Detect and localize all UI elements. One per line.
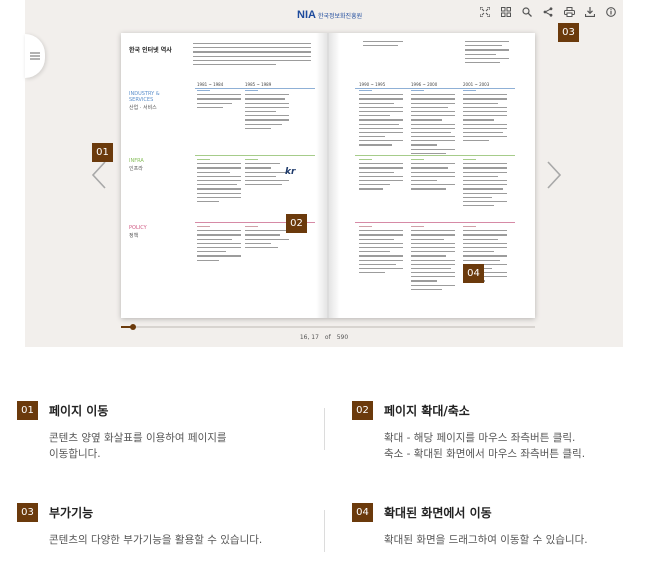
left-page-intro [193, 43, 311, 73]
band-infra-left [195, 155, 315, 156]
grid-icon[interactable] [500, 5, 512, 19]
hamburger-icon [30, 52, 40, 60]
right-top-notes-2 [465, 41, 509, 66]
year-range: 1990 ~ 1995 [359, 82, 386, 87]
legend-number: 01 [17, 401, 38, 420]
legend-number: 02 [352, 401, 373, 420]
right-top-notes-1 [363, 41, 407, 49]
section-industry-sub: 산업 · 서비스 [129, 105, 157, 111]
year-range: 2001 ~ 2003 [463, 82, 490, 87]
book-gutter [316, 33, 340, 318]
download-icon[interactable] [584, 5, 596, 19]
section-infra-sub: 인프라 [129, 166, 143, 172]
page-slider[interactable] [121, 324, 535, 330]
year-range: 1996 ~ 2000 [411, 82, 438, 87]
current-pages: 16, 17 [299, 334, 319, 341]
legend-divider-bottom [324, 510, 325, 552]
search-icon[interactable] [521, 5, 533, 19]
chevron-right-icon [547, 161, 562, 189]
fullscreen-icon[interactable] [479, 5, 491, 19]
section-policy-name: POLICY [129, 225, 147, 231]
callout-badge-01: 01 [92, 143, 113, 162]
brand-subtitle: 한국정보화진흥원 [317, 14, 363, 20]
left-col-3 [197, 159, 241, 205]
legend-description: 확대 - 해당 페이지를 마우스 좌측버튼 클릭. 축소 - 확대된 화면에서 … [384, 432, 586, 460]
legend-description: 콘텐츠의 다양한 부가기능을 활용할 수 있습니다. [49, 534, 263, 546]
menu-button[interactable] [25, 34, 45, 78]
section-policy: POLICY 정책 [129, 225, 147, 239]
info-icon[interactable] [605, 5, 617, 19]
chevron-left-icon [91, 161, 106, 189]
pager-of: of [324, 334, 331, 341]
right-col-6 [463, 159, 507, 209]
toolbar [479, 5, 617, 19]
legend-divider-top [324, 408, 325, 450]
legend-number: 04 [352, 503, 373, 522]
right-col-8 [411, 226, 455, 293]
print-icon[interactable] [563, 5, 575, 19]
callout-badge-04: 04 [463, 264, 484, 283]
page-indicator: 16, 17 of 590 [25, 334, 623, 341]
page-slider-handle[interactable] [130, 324, 137, 330]
band-policy-right [355, 222, 515, 223]
year-range: 1985 ~ 1989 [245, 82, 272, 87]
legend-title: 부가기능 [49, 506, 94, 520]
section-industry: INDUSTRY & SERVICES 산업 · 서비스 [129, 91, 160, 111]
kr-logo: kr [285, 167, 296, 177]
brand-name: NIA [297, 9, 316, 21]
left-page-title: 한국 인터넷 역사 [129, 47, 172, 54]
left-col-5 [197, 226, 241, 264]
ebook-viewer: NIA 한국정보화진흥원 한국 인터넷 역사 INDUSTRY & SERVIC… [25, 0, 623, 347]
legend-title: 확대된 화면에서 이동 [384, 506, 492, 520]
section-infra: INFRA 인프라 [129, 158, 144, 172]
right-col-5 [411, 159, 455, 193]
right-col-1: 1990 ~ 1995 [359, 82, 403, 149]
next-page-button[interactable] [545, 160, 563, 190]
right-col-7 [359, 226, 403, 276]
left-col-2: 1985 ~ 1989 [245, 82, 289, 132]
callout-badge-02: 02 [286, 214, 307, 233]
callout-badge-03: 03 [558, 23, 579, 42]
right-col-2: 1996 ~ 2000 [411, 82, 455, 157]
brand-logo: NIA 한국정보화진흥원 [297, 9, 362, 21]
legend-description: 콘텐츠 양옆 화살표를 이용하여 페이지를 이동합니다. [49, 432, 227, 460]
total-pages: 590 [336, 334, 349, 341]
right-col-4 [359, 159, 403, 193]
legend-number: 03 [17, 503, 38, 522]
legend-title: 페이지 확대/축소 [384, 404, 470, 418]
share-icon[interactable] [542, 5, 554, 19]
legend-description: 확대된 화면을 드래그하여 이동할 수 있습니다. [384, 534, 588, 546]
prev-page-button[interactable] [90, 160, 108, 190]
right-col-3: 2001 ~ 2003 [463, 82, 507, 144]
left-col-6 [245, 226, 289, 251]
section-infra-name: INFRA [129, 158, 144, 164]
left-col-1: 1981 ~ 1984 [197, 82, 241, 111]
left-col-4 [245, 159, 289, 188]
year-range: 1981 ~ 1984 [197, 82, 224, 87]
section-industry-name: INDUSTRY & SERVICES [129, 91, 160, 103]
section-policy-sub: 정책 [129, 233, 139, 239]
legend-title: 페이지 이동 [49, 404, 109, 418]
